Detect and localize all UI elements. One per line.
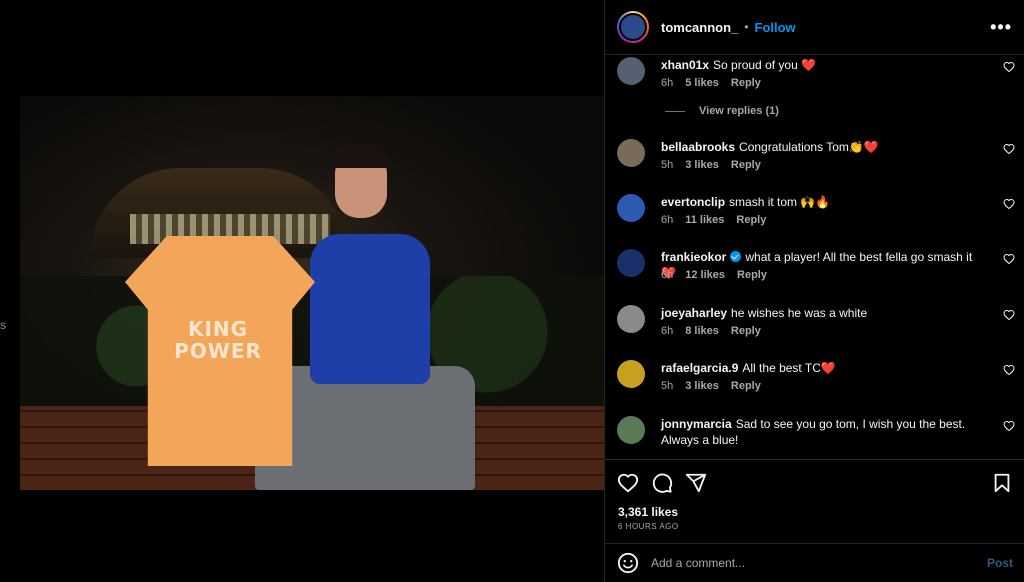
- like-comment-heart-icon[interactable]: [1003, 143, 1015, 155]
- more-horizontal-icon[interactable]: •••: [990, 17, 1012, 38]
- comment-text-block: rafaelgarcia.9 All the best TC❤️: [661, 360, 961, 376]
- comment-likes[interactable]: 11 likes: [685, 214, 724, 226]
- reply-button[interactable]: Reply: [731, 380, 761, 392]
- like-comment-heart-icon[interactable]: [1003, 253, 1015, 265]
- comment-text: he wishes he was a white: [731, 306, 868, 320]
- comment-time: 6h: [661, 77, 674, 89]
- comment-avatar[interactable]: [617, 194, 645, 222]
- like-comment-heart-icon[interactable]: [1003, 364, 1015, 376]
- separator-dot: •: [744, 20, 749, 34]
- comment-username[interactable]: xhan01x: [661, 58, 709, 72]
- follow-button[interactable]: Follow: [755, 20, 796, 35]
- add-comment-bar: Post: [605, 543, 1024, 582]
- comment-meta: 6h 8 likes Reply: [661, 325, 773, 337]
- reply-button[interactable]: Reply: [731, 77, 761, 89]
- comment-avatar[interactable]: [617, 360, 645, 388]
- comment-meta: 6h 12 likes Reply: [661, 269, 779, 281]
- comment-text-block: jonnymarcia Sad to see you go tom, I wish…: [661, 416, 971, 448]
- comment-input[interactable]: [651, 556, 987, 570]
- comment-time: 6h: [661, 214, 674, 226]
- like-heart-icon[interactable]: [617, 472, 639, 494]
- comment-meta: 5h 3 likes Reply: [661, 380, 773, 392]
- comment-avatar[interactable]: [617, 305, 645, 333]
- view-replies-label: View replies (1): [699, 105, 779, 117]
- post-photo[interactable]: KING POWER: [20, 96, 604, 490]
- person-hair: [332, 144, 390, 168]
- comment-text-block: evertonclip smash it tom 🙌🔥: [661, 194, 961, 210]
- comment-username[interactable]: jonnymarcia: [661, 417, 732, 431]
- post-comment-button[interactable]: Post: [987, 556, 1013, 570]
- post-media-area: s KING POWER: [0, 0, 604, 582]
- comment-meta: 6h 11 likes Reply: [661, 214, 778, 226]
- comment-avatar[interactable]: [617, 139, 645, 167]
- comment-time: 6h: [661, 269, 674, 281]
- verified-badge-icon: [730, 251, 742, 262]
- author-avatar[interactable]: [617, 11, 649, 43]
- likes-count[interactable]: 3,361 likes: [618, 505, 678, 519]
- comment-username[interactable]: joeyaharley: [661, 306, 727, 320]
- post-timestamp: 6 HOURS AGO: [618, 522, 679, 531]
- comment-text-block: bellaabrooks Congratulations Tom👏❤️: [661, 139, 961, 155]
- post-header: tomcannon_ • Follow •••: [605, 0, 1024, 55]
- comment-username[interactable]: evertonclip: [661, 195, 725, 209]
- comment-meta: 5h 3 likes Reply: [661, 159, 773, 171]
- post-side-panel: tomcannon_ • Follow ••• xhan01x So proud …: [604, 0, 1024, 582]
- replies-line: [665, 110, 685, 112]
- comment-text: Congratulations Tom👏❤️: [739, 140, 879, 154]
- comment-likes[interactable]: 3 likes: [685, 380, 719, 392]
- comment-avatar[interactable]: [617, 57, 645, 85]
- person-torso: [310, 234, 430, 384]
- comment-text: So proud of you ❤️: [713, 58, 817, 72]
- like-comment-heart-icon[interactable]: [1003, 61, 1015, 73]
- share-send-icon[interactable]: [685, 472, 707, 494]
- action-icons-row: [617, 472, 1013, 496]
- comment-time: 5h: [661, 380, 674, 392]
- comment-username[interactable]: frankieokor: [661, 250, 726, 264]
- comment-text-block: joeyaharley he wishes he was a white: [661, 305, 961, 321]
- comment-avatar[interactable]: [617, 249, 645, 277]
- comment-username[interactable]: bellaabrooks: [661, 140, 735, 154]
- like-comment-heart-icon[interactable]: [1003, 420, 1015, 432]
- comment-meta: 6h 5 likes Reply: [661, 77, 773, 89]
- comment-text: All the best TC❤️: [742, 361, 836, 375]
- save-bookmark-icon[interactable]: [991, 472, 1013, 494]
- comment-text: smash it tom 🙌🔥: [729, 195, 831, 209]
- comment-likes[interactable]: 3 likes: [685, 159, 719, 171]
- comment-time: 6h: [661, 325, 674, 337]
- comment-text-block: xhan01x So proud of you ❤️: [661, 57, 961, 73]
- comment-username[interactable]: rafaelgarcia.9: [661, 361, 738, 375]
- post-actions: 3,361 likes 6 HOURS AGO: [605, 459, 1024, 543]
- comment-time: 5h: [661, 159, 674, 171]
- reply-button[interactable]: Reply: [736, 214, 766, 226]
- comment-likes[interactable]: 8 likes: [685, 325, 719, 337]
- shirt-sponsor-text: KING POWER: [174, 317, 262, 363]
- emoji-icon[interactable]: [617, 552, 639, 574]
- comment-avatar[interactable]: [617, 416, 645, 444]
- comment-likes[interactable]: 5 likes: [685, 77, 719, 89]
- comments-list[interactable]: xhan01x So proud of you ❤️ 6h 5 likes Reply…: [605, 55, 1024, 459]
- cut-off-text: s: [0, 318, 6, 332]
- like-comment-heart-icon[interactable]: [1003, 309, 1015, 321]
- like-comment-heart-icon[interactable]: [1003, 198, 1015, 210]
- comment-bubble-icon[interactable]: [651, 472, 673, 494]
- reply-button[interactable]: Reply: [737, 269, 767, 281]
- view-replies-button[interactable]: View replies (1): [665, 105, 779, 117]
- comment-likes[interactable]: 12 likes: [685, 269, 725, 281]
- reply-button[interactable]: Reply: [731, 325, 761, 337]
- reply-button[interactable]: Reply: [731, 159, 761, 171]
- author-username[interactable]: tomcannon_: [661, 20, 738, 35]
